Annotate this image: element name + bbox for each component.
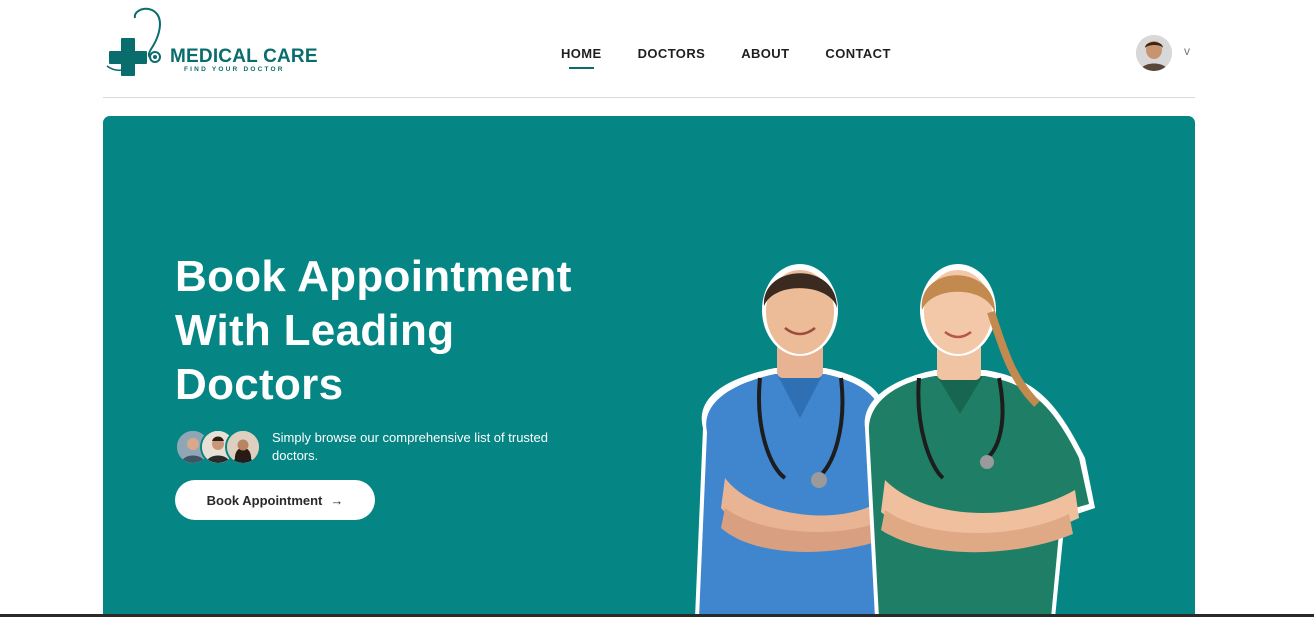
hero-title-line-1: Book Appointment xyxy=(175,252,572,301)
site-header: MEDICAL CARE FIND YOUR DOCTOR HOME DOCTO… xyxy=(103,0,1195,98)
nav-doctors[interactable]: DOCTORS xyxy=(638,46,706,61)
book-appointment-button[interactable]: Book Appointment → xyxy=(175,480,375,520)
doctor-right-figure xyxy=(864,264,1095,617)
hero-subtitle: Simply browse our comprehensive list of … xyxy=(272,430,549,463)
nav-contact-label: CONTACT xyxy=(825,46,891,61)
profile-menu-chevron[interactable]: v xyxy=(1184,44,1190,58)
nav-doctors-label: DOCTORS xyxy=(637,46,706,61)
medical-cross-stethoscope-icon xyxy=(106,7,161,76)
user-photo xyxy=(1136,35,1172,71)
main-nav: HOME DOCTORS ABOUT CONTACT xyxy=(561,46,891,69)
user-avatar[interactable] xyxy=(1136,35,1172,71)
nav-home-label: HOME xyxy=(561,46,602,61)
nav-contact[interactable]: CONTACT xyxy=(825,46,890,61)
hero-title: Book Appointment With Leading Doctors xyxy=(175,250,635,412)
brand-tagline: FIND YOUR DOCTOR xyxy=(184,66,285,73)
nav-about[interactable]: ABOUT xyxy=(741,46,789,61)
doctor-avatar xyxy=(225,429,261,465)
hero-banner: Book Appointment With Leading Doctors Si… xyxy=(103,116,1195,617)
active-indicator xyxy=(569,67,594,69)
hero-title-line-3: Doctors xyxy=(175,360,344,409)
book-appointment-label: Book Appointment xyxy=(206,492,323,508)
nav-home[interactable]: HOME xyxy=(561,46,602,69)
brand-logo[interactable]: MEDICAL CARE FIND YOUR DOCTOR xyxy=(105,6,320,78)
doctor-avatars-group xyxy=(175,429,265,465)
hero-title-line-2: With Leading xyxy=(175,306,455,355)
brand-title: MEDICAL CARE xyxy=(170,46,318,67)
nav-about-label: ABOUT xyxy=(741,46,790,61)
arrow-right-icon: → xyxy=(330,492,344,508)
doctors-photo xyxy=(695,264,1095,617)
doctor-left-figure xyxy=(695,264,891,617)
